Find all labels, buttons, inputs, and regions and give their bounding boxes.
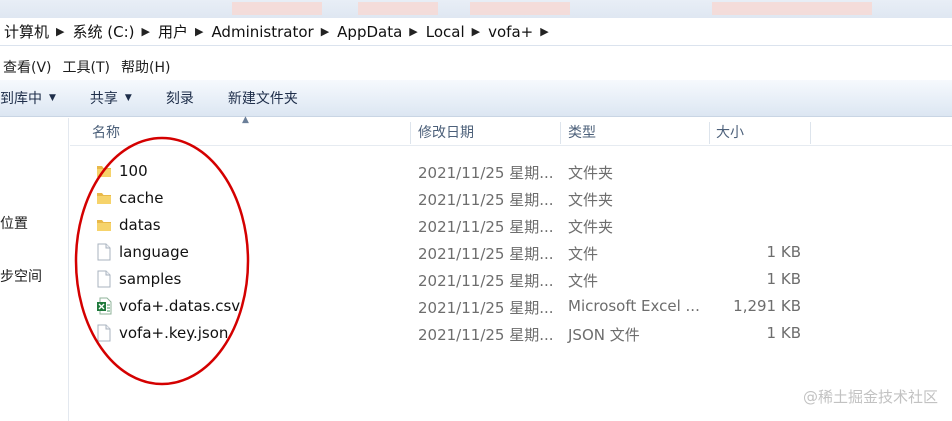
file-row[interactable]: language 2021/11/25 星期... 文件 1 KB [70,240,952,267]
chevron-right-icon[interactable]: ▶ [56,25,64,38]
file-type: 文件夹 [568,191,614,209]
file-name: 100 [119,162,148,180]
file-type: Microsoft Excel ... [568,297,700,315]
file-size: 1,291 KB [733,297,801,315]
breadcrumb-label: Administrator [211,22,314,41]
file-name: cache [119,189,164,207]
breadcrumb-label: AppData [337,22,403,41]
new-folder-label: 新建文件夹 [227,91,298,107]
file-name: language [119,243,189,261]
column-header-size[interactable]: 大小 [716,118,744,146]
file-date: 2021/11/25 星期... [418,218,554,236]
nav-item-locations[interactable]: 位置 [0,213,28,233]
share-button[interactable]: 共享 ▼ [90,88,144,108]
file-list-pane: ▲ 名称 修改日期 类型 大小 100 2021/11/25 星期... 文件夹 [70,115,952,421]
folder-icon [97,166,111,177]
file-date: 2021/11/25 星期... [418,164,554,182]
file-name: vofa+.datas.csv [119,297,241,315]
breadcrumb-users[interactable]: 用户 ▶ [154,21,207,42]
breadcrumb-administrator[interactable]: Administrator ▶ [207,23,333,41]
sort-ascending-icon: ▲ [242,115,249,125]
file-row[interactable]: samples 2021/11/25 星期... 文件 1 KB [70,267,952,294]
file-date: 2021/11/25 星期... [418,299,554,317]
burn-button[interactable]: 刻录 [166,88,206,108]
breadcrumb-label: vofa+ [488,22,534,41]
column-divider[interactable] [560,122,561,144]
file-size: 1 KB [766,243,801,261]
file-date: 2021/11/25 星期... [418,326,554,344]
new-folder-button[interactable]: 新建文件夹 [228,88,310,108]
breadcrumb-local[interactable]: Local ▶ [422,23,484,41]
file-date: 2021/11/25 星期... [418,245,554,263]
file-type: 文件夹 [568,164,614,182]
breadcrumb-vofa[interactable]: vofa+ ▶ [484,23,553,41]
nav-item-sync-space[interactable]: 步空间 [0,266,42,286]
breadcrumb-system-drive[interactable]: 系统 (C:) ▶ [68,21,153,42]
background-tab [232,2,322,15]
background-tab [470,2,570,15]
background-tab [712,2,872,15]
chevron-right-icon[interactable]: ▶ [321,25,329,38]
folder-icon [97,193,111,204]
chevron-right-icon[interactable]: ▶ [540,25,548,38]
file-icon [97,243,111,261]
file-type: 文件 [568,245,599,263]
file-name: vofa+.key.json [119,324,229,342]
file-row[interactable]: datas 2021/11/25 星期... 文件夹 [70,213,952,240]
file-row[interactable]: vofa+.key.json 2021/11/25 星期... JSON 文件 … [70,321,952,348]
menu-tools[interactable]: 工具(T) [60,57,118,77]
navigation-pane: 位置 步空间 [0,118,69,421]
caret-down-icon: ▼ [49,93,56,103]
folder-icon [97,220,111,231]
file-type: 文件 [568,272,599,290]
file-type: JSON 文件 [568,326,640,344]
chevron-right-icon[interactable]: ▶ [195,25,203,38]
address-bar[interactable]: 计算机 ▶ 系统 (C:) ▶ 用户 ▶ Administrator ▶ App… [0,18,952,46]
menu-view[interactable]: 查看(V) [0,57,60,77]
background-tab [358,2,438,15]
menu-bar: 查看(V) 工具(T) 帮助(H) [0,56,952,78]
breadcrumb-computer[interactable]: 计算机 ▶ [0,21,68,42]
caret-down-icon: ▼ [124,93,132,103]
file-icon [97,270,111,288]
column-divider[interactable] [410,122,411,144]
file-size: 1 KB [766,324,801,342]
burn-label: 刻录 [165,91,194,107]
chevron-right-icon[interactable]: ▶ [409,25,417,38]
file-row[interactable]: vofa+.datas.csv 2021/11/25 星期... Microso… [70,294,952,321]
column-header-row: ▲ 名称 修改日期 类型 大小 [70,115,952,146]
include-in-library-button[interactable]: 到库中 ▼ [0,88,68,108]
column-divider[interactable] [810,122,811,144]
excel-file-icon [97,297,112,315]
file-type: 文件夹 [568,218,614,236]
file-row[interactable]: 100 2021/11/25 星期... 文件夹 [70,159,952,186]
breadcrumb-label: Local [425,22,465,41]
column-divider[interactable] [709,122,710,144]
background-window-strip [0,0,952,18]
chevron-right-icon[interactable]: ▶ [141,25,149,38]
include-in-library-label: 到库中 [0,91,42,107]
file-icon [97,324,111,342]
file-date: 2021/11/25 星期... [418,272,554,290]
column-header-type[interactable]: 类型 [568,118,596,146]
watermark-text: @稀土掘金技术社区 [802,388,938,406]
breadcrumb-label: 用户 [157,23,188,41]
breadcrumb-appdata[interactable]: AppData ▶ [333,23,422,41]
menu-help[interactable]: 帮助(H) [118,57,178,77]
column-header-date[interactable]: 修改日期 [418,118,474,146]
breadcrumb-label: 系统 (C:) [72,23,135,41]
file-rows: 100 2021/11/25 星期... 文件夹 cache 2021/11/2… [70,159,952,348]
breadcrumb-label: 计算机 [4,23,50,41]
share-label: 共享 [89,91,118,107]
column-header-name[interactable]: 名称 [92,118,120,146]
file-name: samples [119,270,182,288]
file-size: 1 KB [766,270,801,288]
file-row[interactable]: cache 2021/11/25 星期... 文件夹 [70,186,952,213]
file-name: datas [119,216,161,234]
command-toolbar: 到库中 ▼ 共享 ▼ 刻录 新建文件夹 [0,80,952,117]
file-date: 2021/11/25 星期... [418,191,554,209]
chevron-right-icon[interactable]: ▶ [472,25,480,38]
